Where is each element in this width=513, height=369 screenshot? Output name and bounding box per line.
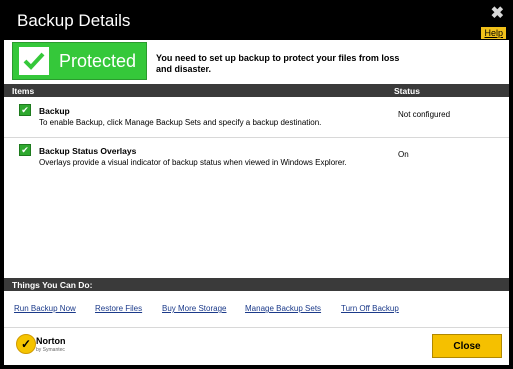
norton-sub: by Symantec	[36, 347, 65, 353]
status-message: You need to set up backup to protect you…	[156, 53, 400, 74]
close-button[interactable]: Close	[432, 334, 502, 358]
status-bar: Protected You need to set up backup to p…	[4, 40, 509, 84]
table-header: Items Status	[4, 84, 509, 97]
column-header-status: Status	[394, 86, 420, 96]
close-icon[interactable]: ✖	[491, 3, 504, 23]
restore-files-link[interactable]: Restore Files	[95, 304, 142, 313]
item-description: Overlays provide a visual indicator of b…	[39, 158, 347, 167]
checkmark-icon: ✔	[19, 144, 31, 156]
items-table: ✔ Backup To enable Backup, click Manage …	[4, 97, 509, 278]
table-row-backup: ✔ Backup To enable Backup, click Manage …	[4, 97, 509, 138]
item-status: Not configured	[398, 110, 451, 119]
protected-label: Protected	[59, 50, 137, 71]
check-icon	[19, 47, 49, 75]
content-panel: Protected You need to set up backup to p…	[4, 40, 509, 365]
buy-more-storage-link[interactable]: Buy More Storage	[162, 304, 226, 313]
things-header: Things You Can Do:	[4, 278, 509, 291]
norton-logo: ✓ Norton by Symantec	[16, 334, 76, 356]
table-row-overlays: ✔ Backup Status Overlays Overlays provid…	[4, 137, 509, 177]
turn-off-backup-link[interactable]: Turn Off Backup	[341, 304, 399, 313]
backup-details-window: Backup Details ✖ Help Protected You need…	[0, 0, 513, 369]
window-title: Backup Details	[17, 11, 131, 30]
actions-links: Run Backup Now Restore Files Buy More St…	[4, 291, 509, 328]
item-description: To enable Backup, click Manage Backup Se…	[39, 118, 322, 127]
checkmark-icon: ✔	[19, 104, 31, 116]
item-status: On	[398, 150, 409, 159]
footer: ✓ Norton by Symantec Close	[4, 328, 509, 365]
things-header-label: Things You Can Do:	[12, 280, 93, 290]
column-header-items: Items	[12, 86, 35, 96]
item-name: Backup Status Overlays	[39, 146, 137, 156]
help-link[interactable]: Help	[480, 26, 507, 40]
run-backup-now-link[interactable]: Run Backup Now	[14, 304, 76, 313]
norton-brand: Norton	[36, 336, 66, 346]
protected-badge: Protected	[12, 42, 147, 80]
manage-backup-sets-link[interactable]: Manage Backup Sets	[245, 304, 321, 313]
norton-check-icon: ✓	[16, 334, 36, 354]
item-name: Backup	[39, 106, 70, 116]
